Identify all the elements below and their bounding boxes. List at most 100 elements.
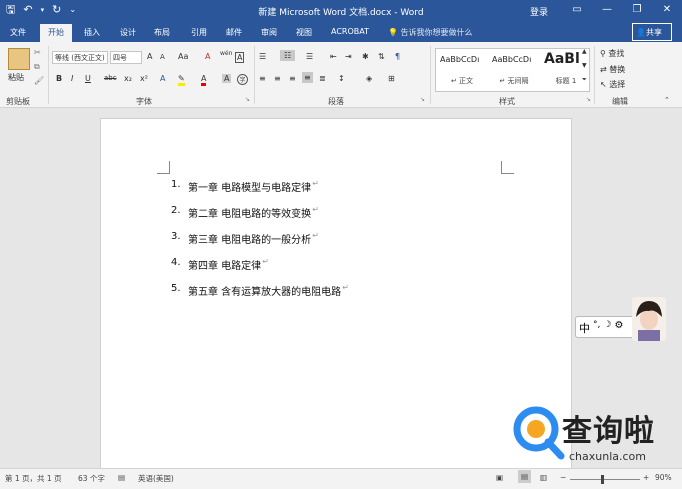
ime-avatar[interactable] bbox=[632, 297, 666, 341]
list-text: 第五章 含有运算放大器的电阻电路 bbox=[188, 287, 342, 298]
minimize-icon[interactable]: — bbox=[592, 0, 622, 22]
read-mode-icon[interactable]: ▣ bbox=[496, 473, 503, 482]
tab-insert[interactable]: 插入 bbox=[84, 27, 100, 38]
change-case-icon[interactable]: Aa bbox=[178, 52, 188, 61]
gear-icon[interactable]: ⚙ bbox=[614, 320, 623, 337]
shrink-font-icon[interactable]: A bbox=[160, 53, 165, 61]
list-item[interactable]: 1. 第一章 电路模型与电路定律 ↵ bbox=[171, 179, 349, 205]
cut-icon[interactable]: ✂ bbox=[34, 48, 41, 57]
zoom-in-icon[interactable]: + bbox=[643, 473, 649, 482]
numbering-icon[interactable]: ☷ bbox=[280, 50, 296, 61]
tab-layout[interactable]: 布局 bbox=[154, 27, 170, 38]
zoom-out-icon[interactable]: − bbox=[560, 473, 566, 482]
list-item[interactable]: 4. 第四章 电路定律 ↵ bbox=[171, 257, 349, 283]
list-item[interactable]: 5. 第五章 含有运算放大器的电阻电路 ↵ bbox=[171, 283, 349, 309]
font-name-select[interactable]: 等线 (西文正文) bbox=[52, 51, 108, 64]
copy-icon[interactable]: ⧉ bbox=[34, 62, 40, 72]
chinese-layout-icon[interactable]: ✱ bbox=[362, 52, 369, 61]
zoom-slider-thumb[interactable] bbox=[601, 475, 604, 484]
find-button[interactable]: ⚲ 查找 bbox=[600, 48, 624, 59]
paragraph-dialog-launcher-icon[interactable]: ↘ bbox=[420, 96, 425, 103]
tell-me-text: 告诉我你想要做什么 bbox=[400, 28, 473, 37]
print-layout-icon[interactable]: ▤ bbox=[518, 470, 532, 483]
collapse-ribbon-icon[interactable]: ⌃ bbox=[664, 96, 670, 104]
font-color-button[interactable]: A bbox=[201, 74, 207, 86]
character-shading-icon[interactable]: A bbox=[222, 74, 232, 83]
tab-home[interactable]: 开始 bbox=[40, 24, 72, 42]
show-formatting-icon[interactable]: ¶ bbox=[395, 52, 400, 61]
language[interactable]: 英语(美国) bbox=[138, 473, 174, 484]
page-count[interactable]: 第 1 页，共 1 页 bbox=[5, 473, 62, 484]
increase-indent-icon[interactable]: ⇥ bbox=[345, 52, 352, 61]
styles-more-icon[interactable]: ⏷ bbox=[582, 76, 587, 84]
phonetic-guide-icon[interactable]: wén bbox=[220, 50, 232, 57]
select-button[interactable]: ↖ 选择 bbox=[600, 79, 625, 90]
line-spacing-icon[interactable]: ↕ bbox=[338, 74, 345, 83]
underline-button[interactable]: U bbox=[85, 74, 91, 83]
superscript-button[interactable]: x² bbox=[140, 74, 148, 83]
strikethrough-button[interactable]: abc bbox=[104, 74, 117, 82]
shading-icon[interactable]: ◈ bbox=[366, 74, 372, 83]
tab-view[interactable]: 视图 bbox=[296, 27, 312, 38]
styles-scroll-up-icon[interactable]: ▲ bbox=[582, 48, 587, 55]
tab-review[interactable]: 审阅 bbox=[261, 27, 277, 38]
margin-corner-right bbox=[501, 161, 514, 174]
styles-scroll-down-icon[interactable]: ▼ bbox=[582, 62, 587, 69]
web-layout-icon[interactable]: ▥ bbox=[540, 473, 547, 482]
restore-icon[interactable]: ❐ bbox=[622, 0, 652, 22]
subscript-button[interactable]: x₂ bbox=[124, 74, 132, 83]
bullets-icon[interactable]: ☰ bbox=[259, 52, 266, 61]
align-left-icon[interactable]: ≡ bbox=[259, 74, 266, 83]
font-dialog-launcher-icon[interactable]: ↘ bbox=[245, 96, 250, 103]
decrease-indent-icon[interactable]: ⇤ bbox=[330, 52, 337, 61]
replace-label: 替换 bbox=[609, 65, 626, 74]
grow-font-icon[interactable]: A bbox=[147, 52, 152, 61]
paste-button[interactable]: 粘贴 bbox=[8, 72, 24, 83]
login-link[interactable]: 登录 bbox=[530, 5, 548, 18]
clear-formatting-icon[interactable]: A bbox=[205, 52, 210, 61]
justify-icon[interactable]: ≡ bbox=[302, 72, 313, 83]
share-button[interactable]: 👤共享 bbox=[632, 23, 672, 41]
multilevel-list-icon[interactable]: ☰ bbox=[306, 52, 313, 61]
tab-design[interactable]: 设计 bbox=[120, 27, 136, 38]
ribbon-display-options-icon[interactable]: ▭ bbox=[562, 0, 592, 22]
align-center-icon[interactable]: ≡ bbox=[274, 74, 281, 83]
ime-mode[interactable]: 中 bbox=[579, 320, 590, 337]
ime-toolbar[interactable]: 中 °, ☽ ⚙ bbox=[575, 316, 635, 338]
word-count[interactable]: 63 个字 bbox=[78, 473, 105, 484]
italic-button[interactable]: I bbox=[71, 74, 73, 83]
sort-icon[interactable]: ⇅ bbox=[378, 52, 385, 61]
tab-file[interactable]: 文件 bbox=[10, 27, 26, 38]
list-item[interactable]: 2. 第二章 电阻电路的等效变换 ↵ bbox=[171, 205, 349, 231]
list-number: 3. bbox=[171, 231, 181, 242]
style-no-spacing[interactable]: AaBbCcDı ↵ 无间隔 bbox=[488, 49, 540, 91]
font-size-select[interactable]: 四号 bbox=[110, 51, 142, 64]
bold-button[interactable]: B bbox=[56, 74, 62, 83]
style-normal[interactable]: AaBbCcDı ↵ 正文 bbox=[436, 49, 488, 91]
tab-references[interactable]: 引用 bbox=[191, 27, 207, 38]
document-page[interactable]: 1. 第一章 电路模型与电路定律 ↵ 2. 第二章 电阻电路的等效变换 ↵ 3. 第三章 … bbox=[100, 118, 572, 478]
paste-icon[interactable] bbox=[8, 48, 30, 70]
list-item[interactable]: 3. 第三章 电阻电路的一般分析 ↵ bbox=[171, 231, 349, 257]
format-painter-icon[interactable]: 🖌 bbox=[34, 76, 44, 85]
tab-mailings[interactable]: 邮件 bbox=[226, 27, 242, 38]
highlight-icon[interactable]: ✎ bbox=[178, 74, 185, 86]
style-heading-1[interactable]: AaBl 标题 1 bbox=[540, 49, 592, 91]
divider bbox=[430, 46, 431, 104]
text-effects-icon[interactable]: A bbox=[160, 74, 165, 83]
close-icon[interactable]: ✕ bbox=[652, 0, 682, 22]
proofing-icon[interactable]: ▤ bbox=[118, 473, 125, 482]
enclose-characters-icon[interactable]: 字 bbox=[237, 74, 248, 85]
character-border-icon[interactable]: A bbox=[235, 52, 245, 63]
zoom-level[interactable]: 90% bbox=[655, 473, 672, 482]
moon-icon[interactable]: ☽ bbox=[603, 320, 611, 337]
align-right-icon[interactable]: ≡ bbox=[289, 74, 296, 83]
distributed-icon[interactable]: ≣ bbox=[319, 74, 326, 83]
punctuation-icon[interactable]: °, bbox=[593, 320, 600, 337]
styles-dialog-launcher-icon[interactable]: ↘ bbox=[586, 96, 591, 103]
borders-icon[interactable]: ⊞ bbox=[388, 74, 395, 83]
replace-button[interactable]: ⇄ 替换 bbox=[600, 64, 625, 75]
zoom-slider-track[interactable] bbox=[570, 479, 640, 480]
tab-acrobat[interactable]: ACROBAT bbox=[331, 27, 369, 36]
tell-me-search[interactable]: 💡 告诉我你想要做什么 bbox=[388, 27, 473, 38]
